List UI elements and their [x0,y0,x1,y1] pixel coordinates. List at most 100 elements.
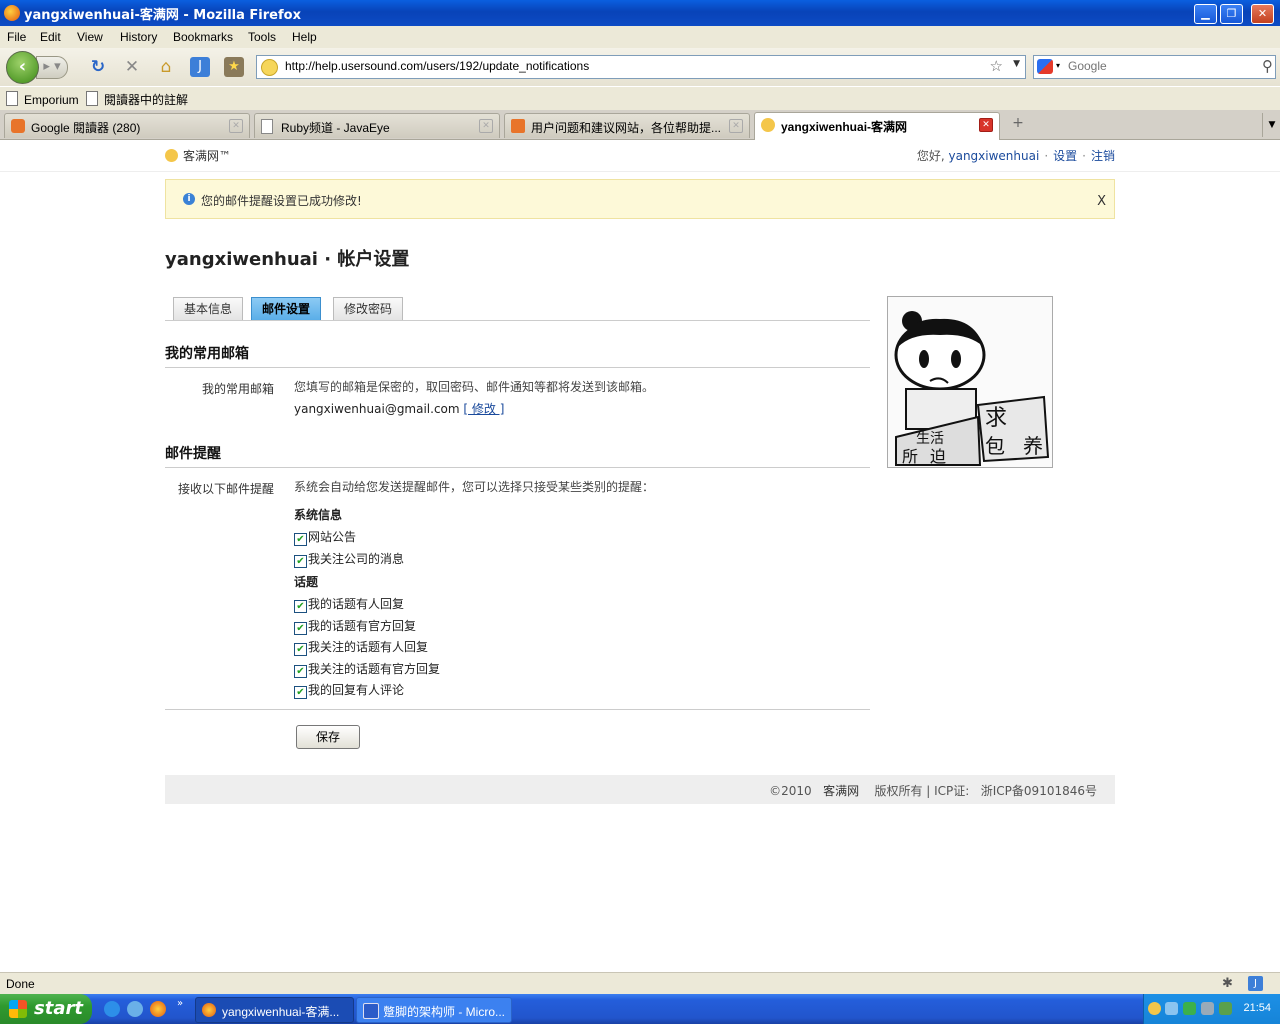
notice-message: 您的邮件提醒设置已成功修改! [201,194,362,208]
forward-button[interactable]: ▸ ▾ [36,56,68,79]
settings-link[interactable]: 设置 [1053,149,1077,163]
minimize-button[interactable]: ▁ [1194,4,1217,24]
menu-edit[interactable]: Edit [40,30,61,44]
checkbox-label: 网站公告 [308,530,357,544]
system-tray: 21:54 [1143,994,1280,1024]
menu-history[interactable]: History [120,30,157,44]
checkbox-label: 我的话题有人回复 [308,597,405,611]
logo-text: 客满网™ [183,149,232,163]
logout-link[interactable]: 注销 [1091,149,1115,163]
reload-icon[interactable]: ↻ [88,57,108,77]
checkbox-checked-icon[interactable]: ✔ [294,622,307,635]
notice-close-button[interactable]: X [1097,194,1106,209]
tab-google-reader[interactable]: Google 閱讀器 (280) ✕ [4,113,250,138]
menu-view[interactable]: View [77,30,103,44]
bookmark-star-addon-icon[interactable]: ★ [224,57,244,77]
qq-tray-icon[interactable] [1148,1002,1161,1015]
email-value-row: yangxiwenhuai@gmail.com [ 修改 ] [294,400,504,417]
new-tab-icon[interactable]: + [1004,115,1032,135]
back-button[interactable]: ‹ [6,51,39,84]
engine-dropdown-icon[interactable]: ▾ [1056,61,1060,70]
firefox-icon [202,1003,216,1017]
taskbar-firefox-window[interactable]: yangxiwenhuai-客满... [195,997,354,1023]
home-icon[interactable]: ⌂ [156,57,176,77]
checkbox-site-announcement[interactable]: ✔ 网站公告 [294,528,356,546]
username-link[interactable]: yangxiwenhuai [948,149,1039,163]
taskbar-word-window[interactable]: 蹩脚的架构师 - Micro... [356,997,512,1023]
stop-icon[interactable]: ✕ [122,57,142,77]
edit-email-link[interactable]: [ 修改 ] [463,402,504,416]
menu-tools[interactable]: Tools [248,30,276,44]
volume-tray-icon[interactable] [1201,1002,1214,1015]
taskbar-button-label: 蹩脚的架构师 - Micro... [383,1005,505,1019]
page-icon [6,91,18,106]
tab-change-password[interactable]: 修改密码 [333,297,404,320]
menu-bookmarks[interactable]: Bookmarks [173,30,233,44]
explorer-quicklaunch-icon[interactable] [127,1001,143,1017]
search-icon[interactable]: ⚲ [1262,57,1273,75]
page-icon [86,91,98,106]
checkbox-followed-company-news[interactable]: ✔ 我关注公司的消息 [294,550,404,568]
reminder-label: 接收以下邮件提醒 [177,482,274,496]
site-logo[interactable]: 客满网™ [165,147,231,164]
menu-help[interactable]: Help [292,30,317,44]
tab-kemanwang[interactable]: yangxiwenhuai-客满网 ✕ [754,112,1000,140]
list-all-tabs-icon[interactable]: ▼ [1262,113,1280,137]
tab-close-icon[interactable]: ✕ [729,119,743,133]
update-tray-icon[interactable] [1219,1002,1232,1015]
checkbox-label: 我关注公司的消息 [308,552,405,566]
tab-close-icon[interactable]: ✕ [229,119,243,133]
start-button[interactable]: start [0,994,92,1024]
url-bar[interactable]: http://help.usersound.com/users/192/upda… [256,55,1026,79]
google-engine-icon[interactable] [1037,59,1053,74]
checkbox-followed-topic-reply[interactable]: ✔ 我关注的话题有人回复 [294,638,428,656]
network-tray-icon[interactable] [1165,1002,1178,1015]
checkbox-my-topic-official-reply[interactable]: ✔ 我的话题有官方回复 [294,617,416,635]
bookmark-reader-notes[interactable]: 閱讀器中的註解 [86,91,188,108]
security-tray-icon[interactable] [1183,1002,1196,1015]
tab-ruby-javaeye[interactable]: Ruby频道 - JavaEye ✕ [254,113,500,138]
checkbox-checked-icon[interactable]: ✔ [294,533,307,546]
ie-quicklaunch-icon[interactable] [104,1001,120,1017]
navigation-toolbar: ▸ ▾ ‹ ↻ ✕ ⌂ J ★ http://help.usersound.co… [0,48,1280,86]
save-button[interactable]: 保存 [296,725,360,749]
javaeye-addon-icon[interactable]: J [190,57,210,77]
checkbox-checked-icon[interactable]: ✔ [294,600,307,613]
checkbox-my-reply-comment[interactable]: ✔ 我的回复有人评论 [294,681,404,699]
maximize-button[interactable]: ❐ [1220,4,1243,24]
checkbox-checked-icon[interactable]: ✔ [294,555,307,568]
close-window-button[interactable]: ✕ [1251,4,1274,24]
checkbox-label: 我关注的话题有官方回复 [308,662,441,676]
tab-email-settings[interactable]: 邮件设置 [251,297,322,320]
copyright: ©2010 [769,784,812,798]
icp-number: 浙ICP备09101846号 [980,784,1097,798]
firefox-quicklaunch-icon[interactable] [150,1001,166,1017]
bookmark-star-icon[interactable]: ☆ [990,57,1003,75]
url-dropdown-icon[interactable]: ▼ [1013,59,1020,69]
checkbox-checked-icon[interactable]: ✔ [294,686,307,699]
quicklaunch-more-icon[interactable]: » [177,998,183,1009]
checkbox-label: 我的回复有人评论 [308,683,405,697]
status-bar: Done ✱ J [0,972,1280,995]
bookmark-emporium[interactable]: Emporium [6,91,79,107]
windows-logo-icon [9,1000,27,1018]
debug-bug-icon[interactable]: ✱ [1222,976,1233,991]
menu-file[interactable]: File [7,30,26,44]
checkbox-followed-topic-official-reply[interactable]: ✔ 我关注的话题有官方回复 [294,660,440,678]
tab-basic-info[interactable]: 基本信息 [173,297,244,320]
javaeye-icon [511,119,525,133]
search-bar[interactable]: ▾ ⚲ [1033,55,1276,79]
tab-close-icon[interactable]: ✕ [979,118,993,132]
tab-user-feedback[interactable]: 用户问题和建议网站，各位帮助提... ✕ [504,113,750,138]
javaeye-status-icon[interactable]: J [1248,976,1263,991]
divider [165,367,870,368]
tab-close-icon[interactable]: ✕ [479,119,493,133]
reminder-section-title: 邮件提醒 [165,446,221,462]
search-input[interactable] [1066,58,1250,74]
checkbox-checked-icon[interactable]: ✔ [294,643,307,656]
reminder-description: 系统会自动给您发送提醒邮件，您可以选择只接受某些类别的提醒： [294,480,655,494]
site-header: 客满网™ 您好, yangxiwenhuai · 设置 · 注销 [0,140,1280,172]
checkbox-my-topic-reply[interactable]: ✔ 我的话题有人回复 [294,595,404,613]
divider [165,709,870,710]
checkbox-checked-icon[interactable]: ✔ [294,665,307,678]
